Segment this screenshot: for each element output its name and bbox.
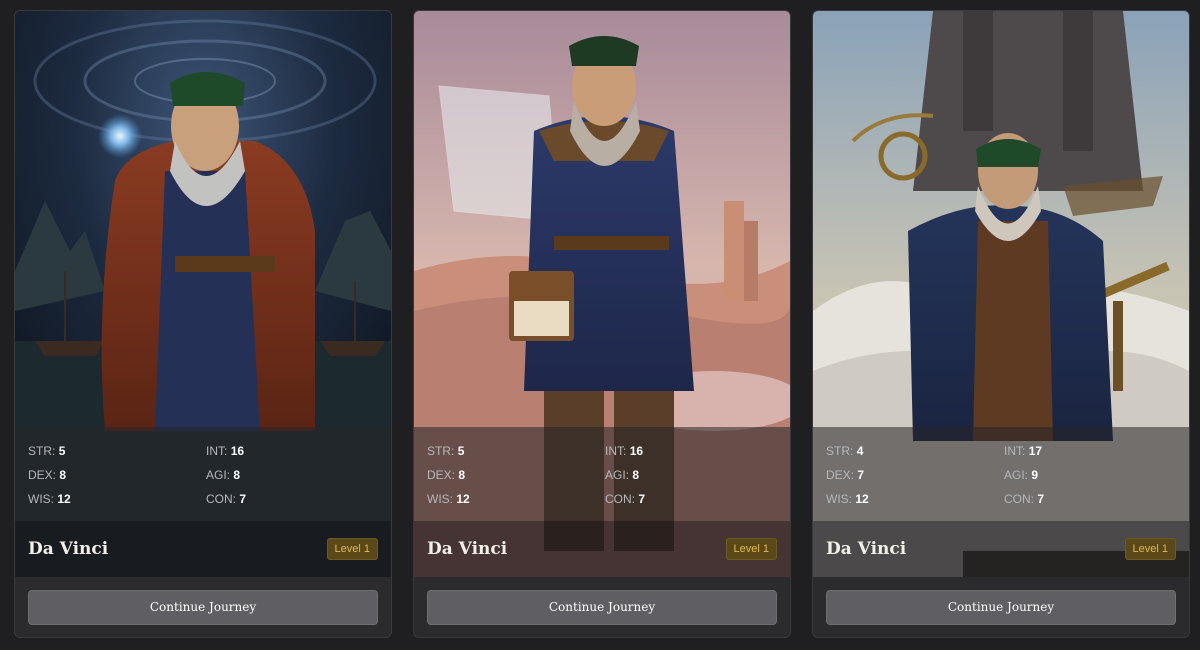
stat-int: INT: 17: [1004, 444, 1043, 458]
stat-str: STR: 5: [427, 444, 465, 458]
character-card[interactable]: STR: 4 INT: 17 DEX: 7 AGI: 9 WIS: 12 CON…: [812, 10, 1190, 638]
stat-wis: WIS: 12: [427, 492, 470, 506]
character-name: Da Vinci: [427, 539, 508, 559]
stat-agi: AGI: 9: [1004, 468, 1039, 482]
stat-int: INT: 16: [605, 444, 644, 458]
character-card[interactable]: STR: 5 INT: 16 DEX: 8 AGI: 8 WIS: 12 CON…: [14, 10, 392, 638]
stat-con: CON: 7: [206, 492, 247, 506]
level-badge: Level 1: [326, 538, 378, 560]
stats-panel: STR: 5 INT: 16 DEX: 8 AGI: 8 WIS: 12 CON…: [414, 427, 790, 521]
stat-con: CON: 7: [1004, 492, 1045, 506]
continue-journey-button[interactable]: Continue Journey: [427, 590, 777, 625]
stat-dex: DEX: 8: [28, 468, 67, 482]
stat-dex: DEX: 8: [427, 468, 466, 482]
name-bar: Da Vinci Level 1: [15, 521, 391, 577]
continue-journey-button[interactable]: Continue Journey: [826, 590, 1176, 625]
character-name: Da Vinci: [28, 539, 109, 559]
stat-wis: WIS: 12: [28, 492, 71, 506]
character-name: Da Vinci: [826, 539, 907, 559]
stat-int: INT: 16: [206, 444, 245, 458]
card-actions: Continue Journey: [813, 577, 1189, 637]
stat-dex: DEX: 7: [826, 468, 865, 482]
stat-agi: AGI: 8: [605, 468, 640, 482]
name-bar: Da Vinci Level 1: [414, 521, 790, 577]
stat-con: CON: 7: [605, 492, 646, 506]
level-badge: Level 1: [1124, 538, 1176, 560]
card-actions: Continue Journey: [414, 577, 790, 637]
stat-agi: AGI: 8: [206, 468, 241, 482]
character-grid: STR: 5 INT: 16 DEX: 8 AGI: 8 WIS: 12 CON…: [0, 0, 1200, 650]
stat-str: STR: 4: [826, 444, 864, 458]
character-card[interactable]: STR: 5 INT: 16 DEX: 8 AGI: 8 WIS: 12 CON…: [413, 10, 791, 638]
stat-str: STR: 5: [28, 444, 66, 458]
stats-panel: STR: 4 INT: 17 DEX: 7 AGI: 9 WIS: 12 CON…: [813, 427, 1189, 521]
level-badge: Level 1: [725, 538, 777, 560]
stats-panel: STR: 5 INT: 16 DEX: 8 AGI: 8 WIS: 12 CON…: [15, 427, 391, 521]
continue-journey-button[interactable]: Continue Journey: [28, 590, 378, 625]
stat-wis: WIS: 12: [826, 492, 869, 506]
name-bar: Da Vinci Level 1: [813, 521, 1189, 577]
card-actions: Continue Journey: [15, 577, 391, 637]
